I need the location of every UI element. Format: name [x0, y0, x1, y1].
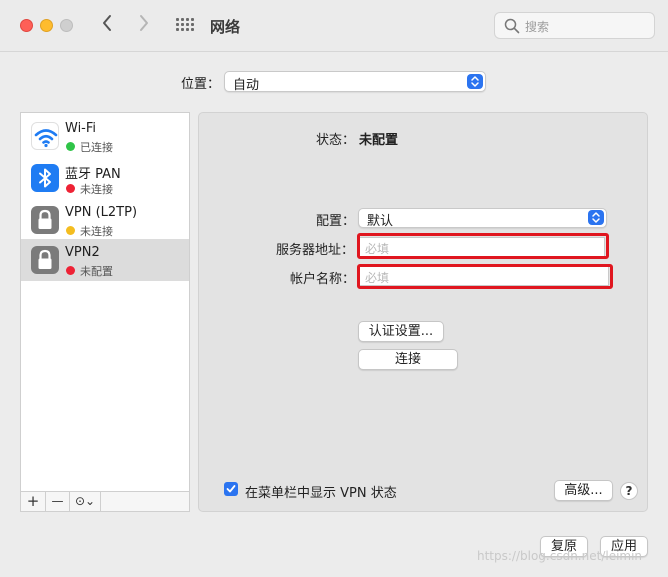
server-address-label: 服务器地址：	[276, 243, 355, 258]
popup-stepper-icon	[588, 210, 604, 225]
configuration-select[interactable]: 默认	[358, 208, 607, 229]
service-name: 蓝牙 PAN	[65, 167, 121, 182]
account-name-label: 帐户名称：	[290, 272, 356, 287]
service-status: 未连接	[80, 183, 113, 196]
search-field[interactable]: 搜索	[494, 12, 655, 39]
close-window-button[interactable]	[20, 19, 33, 32]
service-name: VPN2	[65, 245, 100, 260]
connect-button[interactable]: 连接	[358, 349, 458, 370]
service-item-bluetooth-pan[interactable]: 蓝牙 PAN 未连接	[21, 157, 189, 199]
service-item-vpn-l2tp[interactable]: VPN (L2TP) 未连接	[21, 199, 189, 241]
service-name: Wi-Fi	[65, 121, 97, 136]
show-vpn-status-label: 在菜单栏中显示 VPN 状态	[245, 486, 397, 501]
service-list: Wi-Fi 已连接 蓝牙 PAN 未连接 VPN (L2TP) 未连接 VPN2…	[20, 112, 190, 492]
add-service-button[interactable]: +	[21, 492, 46, 511]
advanced-button[interactable]: 高级...	[554, 480, 613, 501]
service-item-wifi[interactable]: Wi-Fi 已连接	[21, 115, 189, 157]
status-dot	[66, 184, 75, 193]
status-label: 状态：	[316, 133, 356, 148]
forward-button[interactable]	[134, 14, 154, 36]
remove-service-button[interactable]: —	[46, 492, 70, 511]
search-placeholder: 搜索	[525, 20, 550, 34]
watermark-text: https://blog.csdn.net/leimin	[477, 549, 643, 563]
show-all-grid-icon[interactable]	[176, 18, 194, 32]
window-title: 网络	[210, 18, 241, 36]
highlight-box-server	[357, 233, 609, 259]
status-value: 未配置	[359, 133, 399, 148]
vpn-detail-panel	[198, 112, 648, 512]
popup-stepper-icon	[467, 74, 483, 89]
location-select[interactable]: 自动	[224, 71, 486, 93]
wifi-icon	[31, 122, 59, 150]
service-status: 已连接	[80, 141, 113, 154]
back-button[interactable]	[97, 14, 117, 36]
service-list-toolbar: + — ⊙⌄	[20, 491, 190, 512]
status-dot	[66, 266, 75, 275]
chevron-right-icon	[140, 15, 148, 31]
show-vpn-status-checkbox[interactable]	[224, 482, 238, 496]
auth-settings-button[interactable]: 认证设置...	[358, 321, 444, 342]
chevron-left-icon	[103, 15, 111, 31]
service-status: 未配置	[80, 265, 113, 278]
checkmark-icon	[226, 485, 236, 493]
title-bar: 网络 搜索	[0, 0, 668, 52]
service-actions-button[interactable]: ⊙⌄	[70, 492, 101, 511]
location-value: 自动	[233, 78, 260, 93]
bluetooth-icon	[31, 164, 59, 192]
configuration-value: 默认	[367, 214, 394, 229]
lock-icon	[31, 206, 59, 234]
location-label: 位置：	[181, 77, 221, 92]
service-item-vpn2[interactable]: VPN2 未配置	[21, 239, 189, 281]
status-dot	[66, 142, 75, 151]
service-status: 未连接	[80, 225, 113, 238]
lock-icon	[31, 246, 59, 274]
service-name: VPN (L2TP)	[65, 205, 138, 220]
minimize-window-button[interactable]	[40, 19, 53, 32]
status-dot	[66, 226, 75, 235]
search-icon	[504, 18, 520, 34]
highlight-box-account	[357, 264, 613, 289]
zoom-window-button[interactable]	[60, 19, 73, 32]
help-button[interactable]: ?	[620, 482, 638, 500]
configuration-label: 配置：	[316, 214, 356, 229]
network-preferences-window: 网络 搜索 位置： 自动 Wi-Fi 已连接 蓝牙 PAN 未连接 VPN (L…	[0, 0, 668, 577]
